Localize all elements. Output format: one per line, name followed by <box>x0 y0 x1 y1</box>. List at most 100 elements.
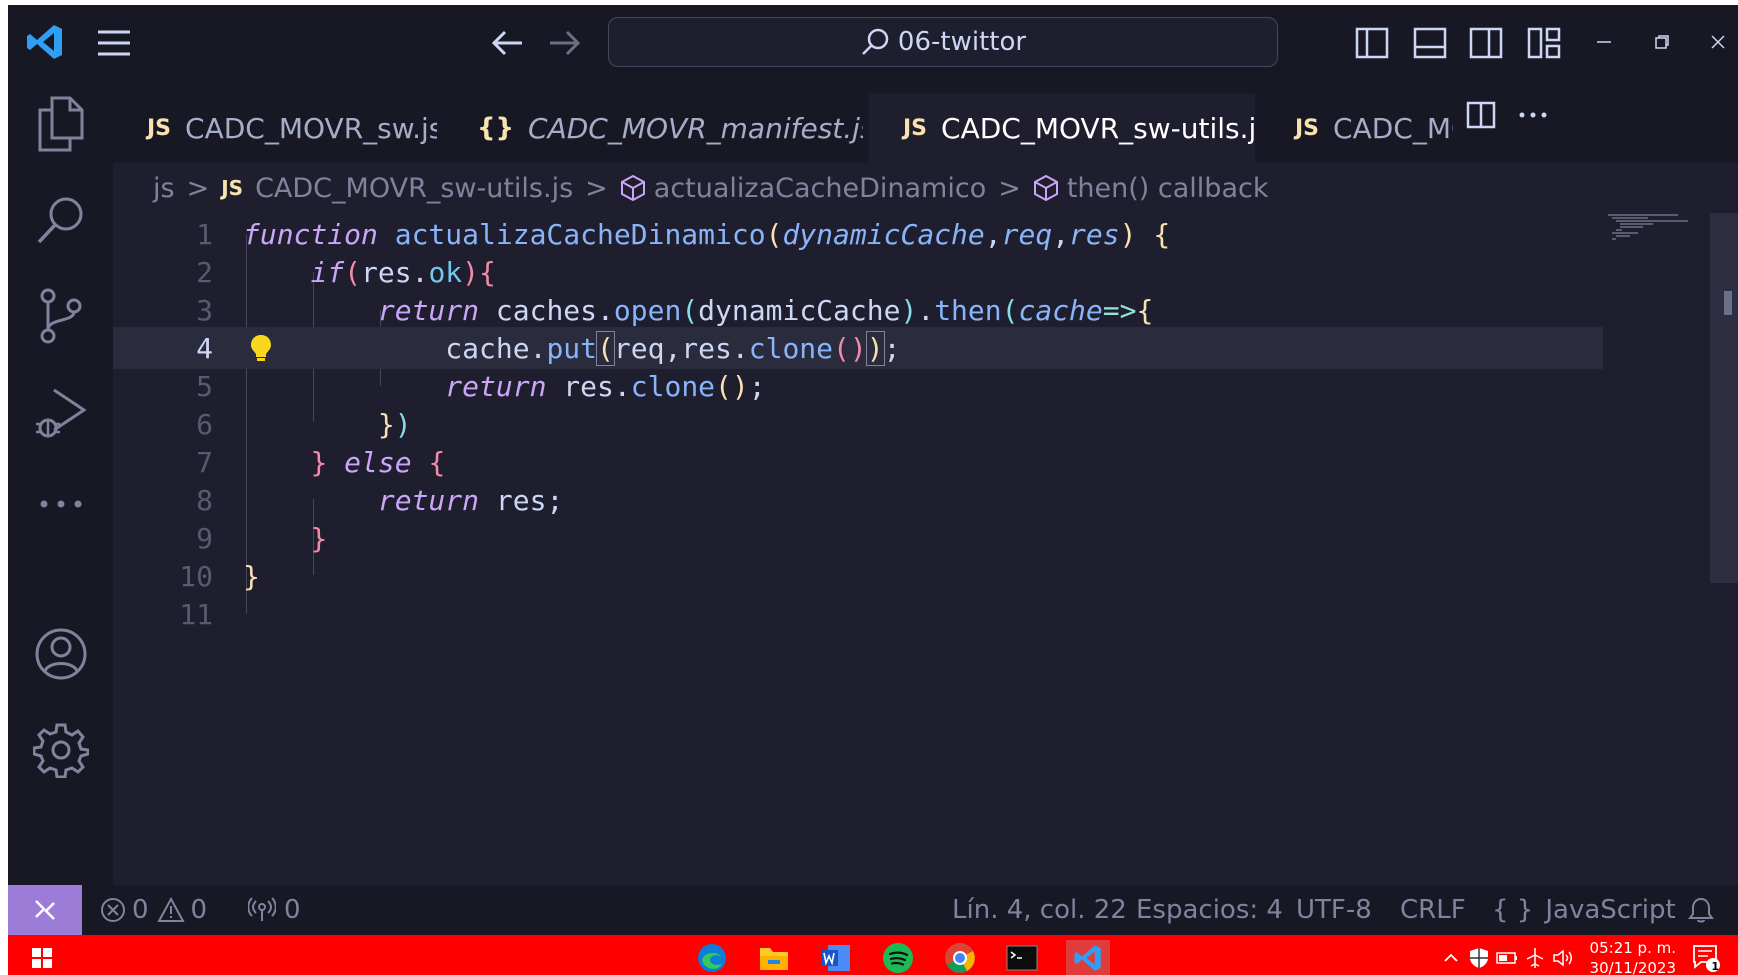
title-bar: 06-twittor <box>8 5 1738 79</box>
back-arrow-icon[interactable] <box>488 23 528 63</box>
terminal-icon[interactable] <box>1004 940 1040 975</box>
code-text: return res; <box>377 483 564 517</box>
line-number: 9 <box>196 521 213 555</box>
customize-layout-icon[interactable] <box>1524 23 1564 63</box>
accounts-icon[interactable] <box>32 625 90 683</box>
more-actions-icon[interactable] <box>1513 95 1553 135</box>
braces-icon: { } <box>1492 895 1534 925</box>
breadcrumb-separator: > <box>186 172 210 204</box>
tab-sw-js[interactable]: JS CADC_MOVR_sw.js <box>113 93 437 163</box>
airplane-mode-icon[interactable] <box>1522 940 1548 975</box>
explorer-icon[interactable] <box>32 95 90 153</box>
code-line: 9 } <box>113 517 1603 559</box>
minimap[interactable] <box>1608 213 1698 253</box>
settings-gear-icon[interactable] <box>32 721 90 779</box>
more-icon[interactable] <box>32 475 90 533</box>
editor-tab-bar: JS CADC_MOVR_sw.js {} CADC_MOVR_manifest… <box>113 79 1738 163</box>
breadcrumb-symbol[interactable]: actualizaCacheDinamico <box>654 173 986 204</box>
split-editor-icon[interactable] <box>1461 95 1501 135</box>
menu-icon[interactable] <box>92 21 136 65</box>
line-number: 8 <box>196 483 213 517</box>
code-text: if(res.ok){ <box>310 255 496 289</box>
indentation[interactable]: Espacios: 4 <box>1136 885 1283 935</box>
search-text: 06-twittor <box>897 27 1027 57</box>
close-window-icon[interactable] <box>1700 27 1736 57</box>
command-center-search[interactable]: 06-twittor <box>608 17 1278 67</box>
run-debug-icon[interactable] <box>32 383 90 441</box>
cursor-position[interactable]: Lín. 4, col. 22 <box>952 885 1127 935</box>
javascript-file-icon: JS <box>147 115 172 141</box>
code-text: function actualizaCacheDinamico(dynamicC… <box>243 217 1171 251</box>
tab-sw-utils-js[interactable]: JS CADC_MOVR_sw-utils.js ✕ <box>869 93 1255 163</box>
code-text: cache.put(req,res.clone()); <box>243 330 901 366</box>
toggle-primary-sidebar-icon[interactable] <box>1352 23 1392 63</box>
security-shield-icon[interactable] <box>1466 940 1492 975</box>
code-line: 11 <box>113 593 1603 635</box>
show-hidden-icons-icon[interactable] <box>1440 940 1462 975</box>
code-line: 7 } else { <box>113 441 1603 483</box>
code-line: 2 if(res.ok){ <box>113 251 1603 293</box>
code-text: } <box>243 559 260 593</box>
volume-icon[interactable] <box>1550 940 1576 975</box>
scrollbar-thumb[interactable] <box>1724 291 1732 315</box>
toggle-panel-icon[interactable] <box>1410 23 1450 63</box>
code-text: } else { <box>310 445 446 479</box>
error-count: 0 <box>132 895 149 925</box>
clock-time: 05:21 p. m. <box>1589 939 1676 957</box>
minimize-icon[interactable] <box>1586 27 1622 57</box>
remote-indicator[interactable] <box>8 885 82 935</box>
code-editor[interactable]: 1 function actualizaCacheDinamico(dynami… <box>113 213 1738 885</box>
word-icon[interactable] <box>818 940 854 975</box>
warning-count: 0 <box>190 895 208 925</box>
line-number: 5 <box>196 369 213 403</box>
ports-count: 0 <box>284 895 301 925</box>
symbol-method-icon <box>620 174 645 202</box>
code-text: }) <box>377 407 412 441</box>
notification-center-icon[interactable]: 1 <box>1688 940 1724 975</box>
notification-count: 1 <box>1711 960 1719 973</box>
tab-label: CADC_MOV <box>1333 111 1453 145</box>
battery-icon[interactable] <box>1494 940 1520 975</box>
windows-start-icon[interactable] <box>24 940 60 975</box>
source-control-icon[interactable] <box>32 287 90 345</box>
ports-indicator[interactable]: 0 <box>248 885 301 935</box>
code-text: return res.clone(); <box>445 369 766 403</box>
line-number: 2 <box>196 255 213 289</box>
code-text: } <box>310 521 328 555</box>
edge-browser-icon[interactable] <box>694 940 730 975</box>
code-line: 3 return caches.open(dynamicCache).then(… <box>113 289 1603 331</box>
notifications-bell-icon[interactable] <box>1688 885 1714 935</box>
restore-icon[interactable] <box>1644 27 1680 57</box>
clock-date: 30/11/2023 <box>1589 959 1676 975</box>
forward-arrow-icon[interactable] <box>544 23 584 63</box>
tab-manifest-json[interactable]: {} CADC_MOVR_manifest.json <box>443 93 863 163</box>
breadcrumb-folder[interactable]: js <box>153 173 175 204</box>
error-icon <box>101 898 125 922</box>
line-number: 3 <box>196 293 213 327</box>
search-icon[interactable] <box>32 191 90 249</box>
language-label: JavaScript <box>1545 895 1676 925</box>
file-explorer-icon[interactable] <box>756 940 792 975</box>
line-number: 4 <box>196 331 213 365</box>
vertical-scrollbar[interactable] <box>1710 213 1738 583</box>
spotify-icon[interactable] <box>880 940 916 975</box>
toggle-secondary-sidebar-icon[interactable] <box>1466 23 1506 63</box>
chrome-icon[interactable] <box>942 940 978 975</box>
broadcast-icon <box>248 897 276 921</box>
breadcrumb-symbol[interactable]: then() callback <box>1067 173 1269 204</box>
end-of-line[interactable]: CRLF <box>1400 885 1466 935</box>
code-line: 10 } <box>113 555 1603 597</box>
encoding[interactable]: UTF-8 <box>1296 885 1372 935</box>
breadcrumb-file[interactable]: CADC_MOVR_sw-utils.js <box>255 173 573 204</box>
tab-label: CADC_MOVR_manifest.json <box>528 111 863 145</box>
language-mode[interactable]: { } JavaScript <box>1492 885 1676 935</box>
remote-icon <box>35 900 55 920</box>
vscode-taskbar-icon[interactable] <box>1066 940 1110 975</box>
code-line: 1 function actualizaCacheDinamico(dynami… <box>113 213 1603 255</box>
problems-indicator[interactable]: 0 0 <box>100 885 207 935</box>
taskbar-clock[interactable]: 05:21 p. m. 30/11/2023 <box>1590 938 1676 975</box>
vscode-logo-icon <box>22 19 68 65</box>
line-number: 11 <box>179 597 213 631</box>
search-icon <box>862 28 889 55</box>
tab-cadc-mov[interactable]: JS CADC_MOV <box>1261 93 1453 163</box>
